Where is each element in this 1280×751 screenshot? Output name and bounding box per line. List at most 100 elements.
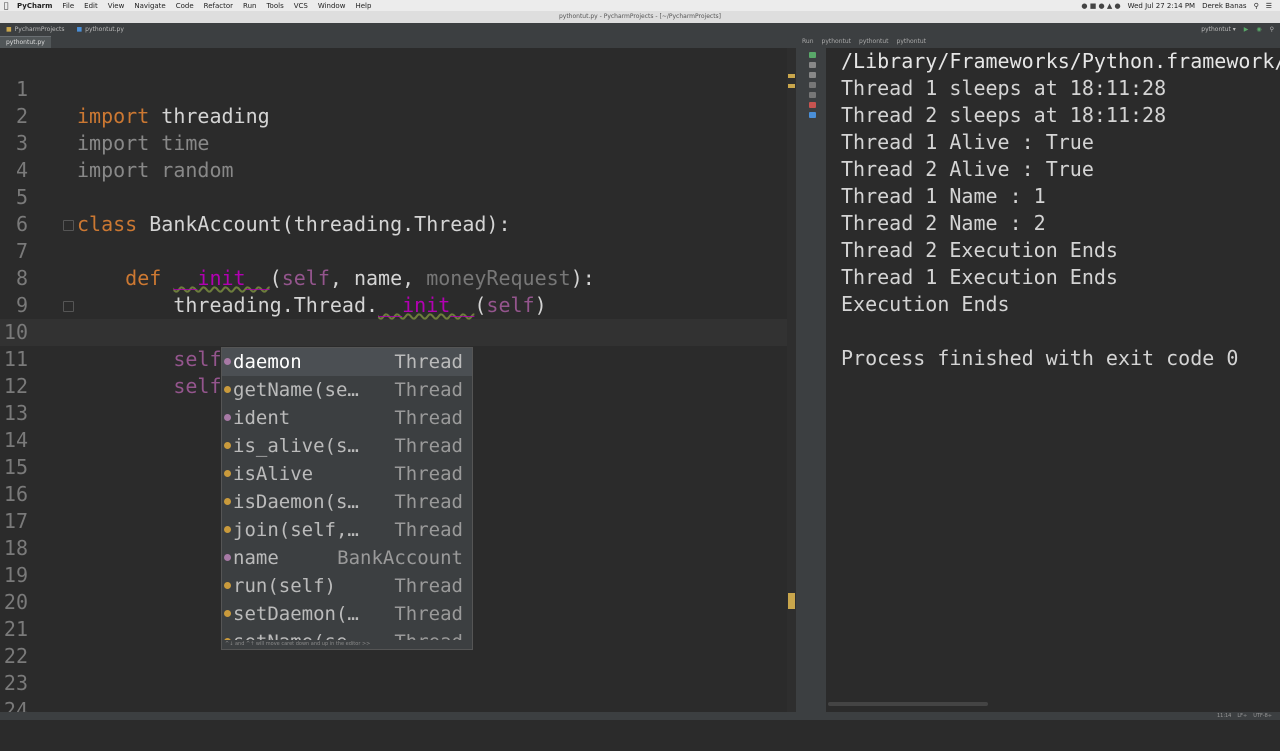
run-tab[interactable]: pythontut [822, 38, 852, 45]
completion-item[interactable]: run(self) Thread [222, 572, 472, 600]
code-line: 2 import time [0, 76, 796, 155]
console-line: Thread 2 sleeps at 18:11:28 [841, 103, 1167, 127]
breadcrumb-file[interactable]: ■ pythontut.py [70, 26, 129, 33]
menu-refactor[interactable]: Refactor [199, 2, 238, 10]
menu-view[interactable]: View [103, 2, 130, 10]
completion-item-type: Thread [394, 351, 463, 373]
tab-pythontut[interactable]: pythontut.py [0, 36, 51, 48]
completion-item-name: join(self,… [233, 519, 359, 541]
menu-vcs[interactable]: VCS [289, 2, 313, 10]
menu-file[interactable]: File [57, 2, 79, 10]
menubar-status-area: ● ■ ● ▲ ● Wed Jul 27 2:14 PM Derek Banas… [1081, 0, 1272, 11]
completion-item[interactable]: setDaemon(… Thread [222, 600, 472, 628]
search-everywhere-icon[interactable]: ⚲ [1270, 26, 1274, 33]
pause-icon[interactable] [808, 72, 816, 78]
menu-navigate[interactable]: Navigate [129, 2, 170, 10]
completion-item-type: Thread [394, 435, 463, 457]
close-icon[interactable] [808, 102, 816, 108]
completion-item-type: Thread [394, 379, 463, 401]
completion-item-name: name [233, 547, 279, 569]
method-icon [224, 498, 231, 505]
completion-item[interactable]: isAlive Thread [222, 460, 472, 488]
completion-item[interactable]: ident Thread [222, 404, 472, 432]
field-icon [224, 358, 231, 365]
completion-item[interactable]: join(self,… Thread [222, 516, 472, 544]
completion-item-name: setDaemon(… [233, 603, 359, 625]
code-completion-popup: daemon Thread getName(se… Thread ident T… [221, 347, 473, 650]
print-icon[interactable] [808, 92, 816, 98]
completion-item-type: Thread [394, 519, 463, 541]
code-line: 9 [0, 265, 796, 317]
console-line: Thread 2 Alive : True [841, 157, 1094, 181]
python-file-icon: ■ [76, 25, 83, 33]
scroll-position-marker[interactable] [788, 593, 795, 609]
warning-marker[interactable] [788, 74, 795, 78]
console-line: Thread 2 Name : 2 [841, 211, 1046, 235]
completion-item-name: daemon [233, 351, 302, 373]
code-line: 4 [0, 130, 796, 182]
completion-item-type: Thread [394, 603, 463, 625]
stop-icon[interactable] [808, 62, 816, 68]
warning-marker[interactable] [788, 84, 795, 88]
debug-icon[interactable]: ◉ [1256, 26, 1261, 33]
completion-item-type: Thread [394, 463, 463, 485]
spotlight-icon[interactable]: ⚲ [1254, 2, 1259, 10]
window-title: pythontut.py - PycharmProjects - [~/Pych… [558, 13, 722, 20]
status-bar: 11:14 LF÷ UTF-8÷ [0, 712, 1280, 720]
scroll-to-end-icon[interactable] [808, 82, 816, 88]
code-line: 11 self. [0, 319, 796, 398]
code-line: 5 class BankAccount(threading.Thread): [0, 157, 796, 236]
menu-run[interactable]: Run [238, 2, 261, 10]
code-line: 6 [0, 184, 796, 236]
run-panel-header: Run pythontut pythontut pythontut [798, 35, 1280, 48]
status-icons[interactable]: ● ■ ● ▲ ● [1081, 2, 1120, 10]
rerun-icon[interactable] [808, 52, 816, 58]
run-toolbar [798, 48, 826, 712]
menu-code[interactable]: Code [171, 2, 199, 10]
navbar-toolbar: pythontut ▾ ▶ ◉ ⚲ [1201, 23, 1274, 35]
completion-item[interactable]: is_alive(s… Thread [222, 432, 472, 460]
completion-item-name: getName(se… [233, 379, 359, 401]
run-panel-label: Run [802, 38, 814, 45]
folder-icon: ■ [6, 25, 12, 33]
breadcrumb-project[interactable]: ■ PycharmProjects [0, 26, 70, 33]
menu-edit[interactable]: Edit [79, 2, 103, 10]
menubar-user[interactable]: Derek Banas [1202, 2, 1246, 10]
code-line: 3 import random [0, 103, 796, 182]
menu-app-pycharm[interactable]: PyCharm [12, 2, 57, 10]
console-line: Thread 2 Execution Ends [841, 238, 1118, 262]
menu-window[interactable]: Window [313, 2, 351, 10]
menu-tools[interactable]: Tools [261, 2, 288, 10]
help-icon[interactable] [808, 112, 816, 118]
run-icon[interactable]: ▶ [1244, 26, 1249, 33]
breadcrumb-project-label: PycharmProjects [14, 25, 65, 33]
completion-item[interactable]: name BankAccount [222, 544, 472, 572]
run-console[interactable]: /Library/Frameworks/Python.framework/ Th… [828, 48, 1280, 712]
console-horizontal-scrollbar[interactable] [828, 702, 988, 706]
file-encoding[interactable]: UTF-8÷ [1253, 713, 1272, 719]
run-tab[interactable]: pythontut [859, 38, 889, 45]
completion-item-type: BankAccount [337, 547, 463, 569]
console-line: Thread 1 Alive : True [841, 130, 1094, 154]
field-icon [224, 554, 231, 561]
console-line: Process finished with exit code 0 [841, 346, 1239, 370]
field-icon [224, 414, 231, 421]
caret-position[interactable]: 11:14 [1217, 713, 1231, 719]
run-config-selector[interactable]: pythontut ▾ [1201, 26, 1235, 33]
code-line: 1 import threading [0, 49, 796, 128]
apple-icon[interactable]:  [0, 1, 12, 10]
run-tab[interactable]: pythontut [897, 38, 927, 45]
completion-item[interactable]: getName(se… Thread [222, 376, 472, 404]
console-line: Execution Ends [841, 292, 1010, 316]
completion-footer-hint: ^↓ and ^↑ will move caret down and up in… [222, 640, 472, 649]
menu-help[interactable]: Help [350, 2, 376, 10]
run-config-label: pythontut [1201, 25, 1231, 33]
editor-tabbar: pythontut.py [0, 35, 800, 48]
line-separator[interactable]: LF÷ [1237, 713, 1247, 719]
editor-error-stripe[interactable] [787, 48, 796, 712]
completion-item[interactable]: isDaemon(s… Thread [222, 488, 472, 516]
method-icon [224, 610, 231, 617]
completion-item[interactable]: daemon Thread [222, 348, 472, 376]
menu-list-icon[interactable]: ☰ [1266, 2, 1272, 10]
menubar-clock[interactable]: Wed Jul 27 2:14 PM [1128, 2, 1196, 10]
